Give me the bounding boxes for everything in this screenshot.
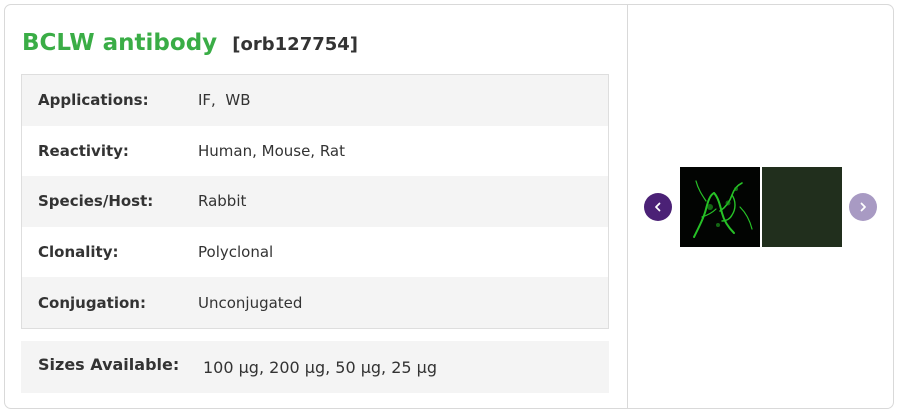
spec-label: Applications: — [38, 91, 149, 110]
product-code: [orb127754] — [232, 34, 359, 55]
sizes-label: Sizes Available: — [38, 354, 180, 374]
spec-row-species-host: Species/Host: Rabbit — [22, 176, 608, 227]
chevron-left-icon — [655, 202, 661, 212]
spec-row-clonality: Clonality: Polyclonal — [22, 226, 608, 278]
spec-value: Human, Mouse, Rat — [198, 141, 346, 160]
spec-label: Species/Host: — [38, 192, 154, 211]
chevron-right-icon — [860, 202, 866, 212]
spec-row-applications: Applications: IF, WB — [22, 75, 608, 126]
spec-table: Applications: IF, WB Reactivity: Human, … — [21, 74, 609, 329]
gallery-prev-button[interactable] — [644, 193, 672, 221]
spec-label: Reactivity: — [38, 141, 129, 160]
spec-value: Polyclonal — [198, 243, 274, 262]
product-name: BCLW antibody — [22, 30, 218, 56]
control-thumbnail[interactable] — [762, 167, 842, 247]
product-details: BCLW antibody [orb127754] Applications: … — [5, 5, 627, 408]
spec-value: Unconjugated — [198, 293, 303, 312]
gallery-next-button[interactable] — [849, 193, 877, 221]
control-image — [762, 167, 842, 247]
sizes-available-row: Sizes Available: 100 µg, 200 µg, 50 µg, … — [21, 341, 609, 393]
if-staining-thumbnail[interactable] — [680, 167, 760, 247]
product-card: BCLW antibody [orb127754] Applications: … — [4, 4, 894, 409]
spec-label: Clonality: — [38, 243, 119, 262]
spec-row-conjugation: Conjugation: Unconjugated — [22, 277, 608, 328]
spec-label: Conjugation: — [38, 293, 146, 312]
fluorescence-image — [680, 167, 760, 247]
image-gallery — [628, 5, 893, 408]
spec-row-reactivity: Reactivity: Human, Mouse, Rat — [22, 125, 608, 177]
spec-value: Rabbit — [198, 192, 247, 211]
spec-value: IF, WB — [198, 91, 251, 110]
sizes-value: 100 µg, 200 µg, 50 µg, 25 µg — [203, 357, 437, 377]
page-title: BCLW antibody [orb127754] — [22, 20, 358, 58]
